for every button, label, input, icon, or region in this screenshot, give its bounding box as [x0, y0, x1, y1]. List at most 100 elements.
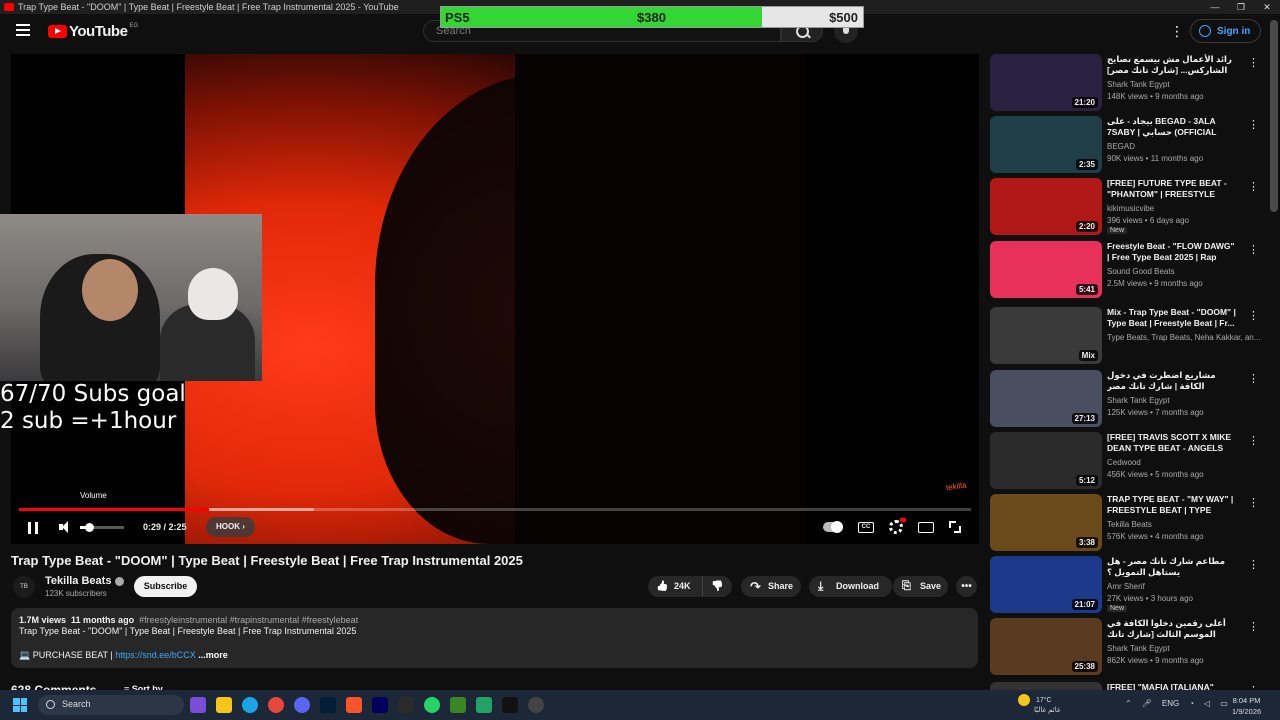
subscribe-button[interactable]: Subscribe	[134, 576, 197, 597]
edge-icon[interactable]	[242, 697, 258, 713]
settings-kebab-icon[interactable]: ⋮	[1170, 24, 1184, 38]
video-thumbnail[interactable]: 27:13	[990, 370, 1102, 427]
obs-icon[interactable]	[528, 697, 544, 713]
sign-in-button[interactable]: Sign in	[1190, 19, 1262, 43]
video-menu-icon[interactable]: ⋮	[1248, 372, 1259, 385]
recommended-channel[interactable]: Type Beats, Trap Beats, Neha Kakkar, an.…	[1107, 333, 1260, 342]
microphone-tray-icon[interactable]: 🎤︎	[1142, 699, 1152, 708]
discord-icon[interactable]	[294, 697, 310, 713]
recommended-channel[interactable]: Sound Good Beats	[1107, 267, 1175, 276]
captions-icon[interactable]: CC	[858, 521, 874, 533]
whatsapp-icon[interactable]	[424, 697, 440, 713]
video-thumbnail[interactable]: 3:38	[990, 494, 1102, 551]
premiere-icon[interactable]	[372, 697, 388, 713]
autoplay-toggle[interactable]	[823, 521, 843, 533]
recommended-title[interactable]: [FREE] FUTURE TYPE BEAT - "PHANTOM" | FR…	[1107, 178, 1237, 200]
brave-icon[interactable]	[346, 697, 362, 713]
recommended-channel[interactable]: Shark Tank Egypt	[1107, 396, 1170, 405]
minecraft-icon[interactable]	[450, 697, 466, 713]
channel-name[interactable]: Tekilla Beats	[45, 575, 125, 587]
dislike-button[interactable]	[702, 576, 732, 597]
weather-widget[interactable]: 17°C غائم غالبًا	[1018, 694, 1061, 716]
fullscreen-icon[interactable]	[949, 521, 961, 533]
file-explorer-icon[interactable]	[216, 697, 232, 713]
epic-games-icon[interactable]	[502, 697, 518, 713]
restore-icon[interactable]: ❐	[1228, 0, 1254, 14]
recommended-channel[interactable]: kikimusicvibe	[1107, 204, 1154, 213]
video-thumbnail[interactable]: 21:07	[990, 556, 1102, 613]
capcut-icon[interactable]	[398, 697, 414, 713]
photoshop-icon[interactable]	[320, 697, 336, 713]
video-menu-icon[interactable]: ⋮	[1248, 434, 1259, 447]
more-actions-button[interactable]: •••	[956, 576, 977, 597]
excel-icon[interactable]	[476, 697, 492, 713]
recommended-title[interactable]: Freestyle Beat - "FLOW DAWG" | Free Type…	[1107, 241, 1237, 263]
volume-icon[interactable]	[59, 521, 71, 533]
video-thumbnail[interactable]: 25:38	[990, 618, 1102, 675]
recommended-channel[interactable]: Amr Sherif	[1107, 582, 1145, 591]
channel-avatar[interactable]: TB	[13, 576, 35, 598]
recommended-video[interactable]: 21:07 مطاعم شارك تانك مصر - هل يستاهل الت…	[990, 556, 1266, 616]
video-thumbnail[interactable]: 21:20	[990, 54, 1102, 111]
taskbar-clock[interactable]: 8:04 PM 1/9/2026	[1232, 695, 1261, 717]
recommended-title[interactable]: بيجاد - على BEGAD - 3ALA 7SABY | حسابي (…	[1107, 116, 1237, 138]
recommended-channel[interactable]: BEGAD	[1107, 142, 1135, 151]
recommended-title[interactable]: مشاريع اضطرت في دخول الكافة | شارك تانك …	[1107, 370, 1237, 392]
video-thumbnail[interactable]: 5:41	[990, 241, 1102, 298]
purchase-link[interactable]: https://snd.ee/bCCX	[115, 650, 196, 660]
video-menu-icon[interactable]: ⋮	[1248, 56, 1259, 69]
tray-chevron-icon[interactable]: ⌃	[1125, 699, 1132, 708]
video-progress-bar[interactable]	[19, 508, 971, 511]
recommended-title[interactable]: رائد الأعمال مش بيسمع نصايح الشاركس... […	[1107, 54, 1237, 76]
video-menu-icon[interactable]: ⋮	[1248, 180, 1259, 193]
recommended-video[interactable]: 25:38 أعلى رقمين دخلوا الكافة في الموسم ا…	[990, 618, 1266, 678]
recommended-title[interactable]: [FREE] TRAVIS SCOTT X MIKE DEAN TYPE BEA…	[1107, 432, 1237, 454]
recommended-title[interactable]: TRAP TYPE BEAT - "MY WAY" | FREESTYLE BE…	[1107, 494, 1237, 516]
pause-icon[interactable]	[28, 522, 38, 534]
volume-slider[interactable]	[80, 523, 124, 532]
share-button[interactable]: Share	[741, 576, 801, 597]
video-thumbnail[interactable]: Mix	[990, 307, 1102, 364]
video-menu-icon[interactable]: ⋮	[1248, 243, 1259, 256]
recommended-video[interactable]: 2:20 [FREE] FUTURE TYPE BEAT - "PHANTOM" …	[990, 178, 1266, 238]
recommended-title[interactable]: Mix - Trap Type Beat - "DOOM" | Type Bea…	[1107, 307, 1237, 329]
description-box[interactable]: 1.7M views 11 months ago #freestyleinstr…	[11, 608, 978, 668]
video-thumbnail[interactable]: 2:20	[990, 178, 1102, 235]
download-button[interactable]: Download	[809, 576, 892, 597]
video-menu-icon[interactable]: ⋮	[1248, 309, 1259, 322]
minimize-icon[interactable]: —	[1202, 0, 1228, 14]
recommended-video[interactable]: 21:20 رائد الأعمال مش بيسمع نصايح الشاركس…	[990, 54, 1266, 114]
like-button[interactable]: 24K	[648, 576, 702, 597]
youtube-logo[interactable]: YouTube EG	[48, 23, 138, 40]
wifi-icon[interactable]: ◔	[1189, 699, 1194, 708]
recommended-title[interactable]: أعلى رقمين دخلوا الكافة في الموسم الثالث…	[1107, 618, 1237, 640]
save-button[interactable]: Save	[893, 576, 948, 597]
video-thumbnail[interactable]: 5:12	[990, 432, 1102, 489]
recommended-channel[interactable]: Tekilla Beats	[1107, 520, 1152, 529]
volume-knob[interactable]	[84, 523, 94, 532]
teams-icon[interactable]	[190, 697, 206, 713]
hamburger-menu-icon[interactable]	[16, 24, 30, 36]
hashtags[interactable]: #freestyleinstrumental #trapinstrumental…	[139, 615, 358, 625]
recommended-video[interactable]: 5:12 [FREE] TRAVIS SCOTT X MIKE DEAN TYPE…	[990, 432, 1266, 492]
video-menu-icon[interactable]: ⋮	[1248, 620, 1259, 633]
close-icon[interactable]: ✕	[1254, 0, 1280, 14]
chapter-button[interactable]: HOOK ›	[206, 517, 255, 537]
recommended-title[interactable]: مطاعم شارك تانك مصر - هل يستاهل التمويل …	[1107, 556, 1237, 578]
video-thumbnail[interactable]: 2:35	[990, 116, 1102, 173]
settings-gear-icon[interactable]	[889, 518, 906, 534]
show-more-button[interactable]: ...more	[198, 650, 228, 660]
recommended-video[interactable]: 3:38 TRAP TYPE BEAT - "MY WAY" | FREESTYL…	[990, 494, 1266, 554]
recommended-channel[interactable]: Shark Tank Egypt	[1107, 80, 1170, 89]
recommended-channel[interactable]: Shark Tank Egypt	[1107, 644, 1170, 653]
recommended-video[interactable]: 5:41 Freestyle Beat - "FLOW DAWG" | Free …	[990, 241, 1266, 301]
recommended-video[interactable]: 2:35 بيجاد - على BEGAD - 3ALA 7SABY | حسا…	[990, 116, 1266, 176]
theater-mode-icon[interactable]	[918, 521, 934, 533]
page-scrollbar[interactable]	[1270, 20, 1278, 212]
battery-icon[interactable]: ▭	[1220, 699, 1228, 708]
taskbar-search[interactable]: Search	[38, 695, 184, 715]
video-menu-icon[interactable]: ⋮	[1248, 118, 1259, 131]
chrome-icon[interactable]	[268, 697, 284, 713]
recommended-video[interactable]: 27:13 مشاريع اضطرت في دخول الكافة | شارك …	[990, 370, 1266, 430]
windows-start-icon[interactable]	[13, 698, 27, 712]
